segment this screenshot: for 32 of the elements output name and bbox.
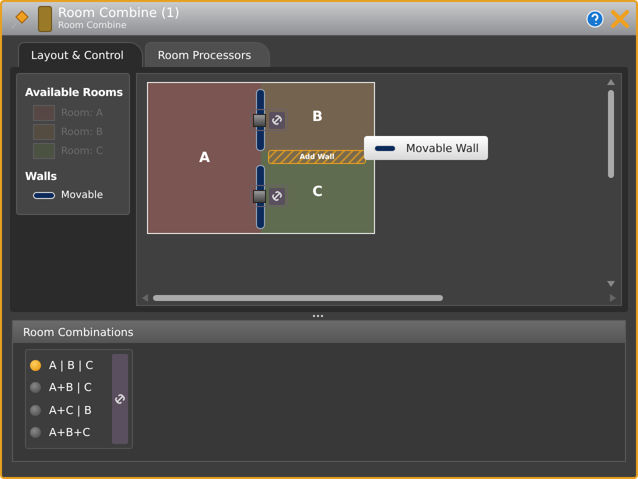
window-subtitle: Room Combine xyxy=(58,22,128,30)
scroll-up-icon[interactable] xyxy=(607,78,615,86)
link-icon xyxy=(114,393,126,405)
wall-label: Movable xyxy=(61,190,104,201)
tab[interactable]: Room Processors xyxy=(144,42,270,67)
window-title: Room Combine (1) xyxy=(58,6,180,20)
radio-button[interactable] xyxy=(30,404,41,416)
scroll-down-icon[interactable] xyxy=(607,280,615,288)
room-area[interactable]: A xyxy=(148,83,261,233)
combination-label[interactable]: A+B | C xyxy=(49,381,92,394)
wall-toggle[interactable] xyxy=(253,114,266,126)
combination-label[interactable]: A+B+C xyxy=(49,426,90,440)
link-button[interactable] xyxy=(112,354,128,444)
combination-label[interactable]: A+C | B xyxy=(49,404,92,417)
room-icon xyxy=(38,6,52,32)
legend-heading: Walls xyxy=(25,170,58,183)
tooltip-text: Movable Wall xyxy=(406,142,479,154)
legend-heading: Available Rooms xyxy=(25,86,121,99)
radio-button[interactable] xyxy=(30,427,41,438)
link-icon xyxy=(270,114,283,126)
radio-button[interactable] xyxy=(30,360,41,371)
panel-title: Room Combinations xyxy=(23,326,134,338)
wall-swatch xyxy=(374,144,396,152)
help-icon[interactable] xyxy=(586,10,604,28)
radio-button[interactable] xyxy=(30,382,41,394)
link-icon xyxy=(270,190,283,202)
wall-swatch xyxy=(33,192,55,199)
vertical-scrollbar[interactable] xyxy=(605,78,617,288)
combination-label[interactable]: A | B | C xyxy=(49,358,94,372)
tab[interactable]: Layout & Control xyxy=(18,42,143,67)
wall-toggle[interactable] xyxy=(253,190,266,202)
splitter-handle[interactable] xyxy=(313,315,325,317)
